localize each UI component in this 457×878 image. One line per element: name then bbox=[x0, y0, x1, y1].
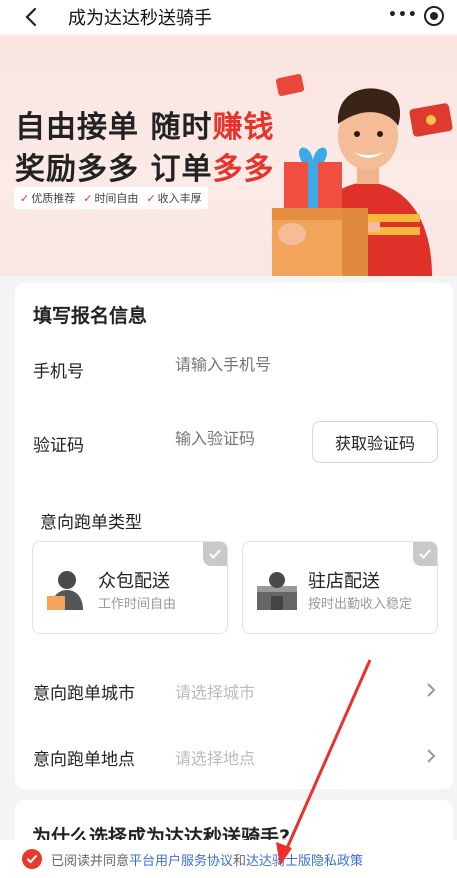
feature-tag: ✓ 收入丰厚 bbox=[146, 190, 201, 206]
store-courier-icon bbox=[257, 572, 297, 610]
phone-label: 手机号 bbox=[33, 362, 84, 382]
code-label: 验证码 bbox=[33, 436, 84, 456]
phone-input[interactable] bbox=[175, 357, 415, 375]
option-subtitle: 工作时间自由 bbox=[98, 597, 177, 612]
agreement-conjunction: 和 bbox=[233, 853, 247, 869]
privacy-policy-link[interactable]: 达达骑士版隐私政策 bbox=[246, 854, 363, 869]
banner-headline-1-highlight: 赚钱 bbox=[212, 110, 275, 145]
courier-illustration bbox=[272, 88, 432, 276]
feature-tag-label: 收入丰厚 bbox=[157, 192, 202, 205]
agreement-text: 已阅读并同意平台用户服务协议和达达骑士版隐私政策 bbox=[51, 850, 363, 869]
signup-form-card: 填写报名信息 手机号 验证码 获取验证码 意向跑单类型 众包配送 工作时间自由 … bbox=[15, 283, 453, 789]
agreement-bar: 已阅读并同意平台用户服务协议和达达骑士版隐私政策 bbox=[0, 840, 457, 878]
feature-tag: ✓ 时间自由 bbox=[83, 190, 138, 206]
option-title: 驻店配送 bbox=[308, 571, 380, 592]
option-crowdsource-delivery[interactable]: 众包配送 工作时间自由 bbox=[32, 541, 228, 634]
check-icon bbox=[413, 542, 437, 566]
chevron-right-icon bbox=[427, 749, 436, 763]
user-agreement-link[interactable]: 平台用户服务协议 bbox=[129, 854, 233, 869]
close-mini-program-icon[interactable] bbox=[423, 5, 445, 27]
check-icon bbox=[26, 854, 38, 864]
check-icon: ✓ bbox=[146, 191, 156, 205]
check-icon bbox=[203, 542, 227, 566]
banner-headline-2-text: 奖励多多 订单 bbox=[15, 152, 213, 187]
promo-banner: 自由接单 随时赚钱 奖励多多 订单多多 ✓ 优质推荐 ✓ 时间自由 ✓ 收入丰厚 bbox=[0, 36, 457, 276]
verification-code-input[interactable] bbox=[175, 431, 305, 449]
option-in-store-delivery[interactable]: 驻店配送 按时出勤收入稳定 bbox=[242, 541, 438, 634]
banner-headline-2: 奖励多多 订单多多 bbox=[15, 144, 274, 188]
banner-headline-2-highlight: 多多 bbox=[212, 152, 275, 187]
city-label: 意向跑单城市 bbox=[33, 684, 135, 704]
back-button[interactable] bbox=[14, 2, 48, 32]
nav-bar: 成为达达秒送骑手 ••• bbox=[0, 0, 457, 34]
feature-tag: ✓ 优质推荐 bbox=[20, 190, 75, 206]
feature-tag-label: 时间自由 bbox=[94, 192, 139, 205]
type-title: 意向跑单类型 bbox=[40, 513, 142, 533]
get-code-button[interactable]: 获取验证码 bbox=[312, 421, 438, 463]
option-subtitle: 按时出勤收入稳定 bbox=[308, 597, 413, 612]
chevron-right-icon bbox=[427, 683, 436, 697]
agreement-prefix: 已阅读并同意 bbox=[51, 853, 130, 869]
courier-avatar-icon bbox=[47, 571, 83, 610]
section-title: 填写报名信息 bbox=[33, 305, 148, 327]
city-select-placeholder[interactable]: 请选择城市 bbox=[175, 679, 255, 703]
page-title: 成为达达秒送骑手 bbox=[68, 8, 212, 29]
agreement-checkbox[interactable] bbox=[22, 849, 42, 869]
banner-headline-1-text: 自由接单 随时 bbox=[15, 110, 213, 145]
check-icon: ✓ bbox=[83, 191, 93, 205]
check-icon: ✓ bbox=[20, 191, 30, 205]
location-select-placeholder[interactable]: 请选择地点 bbox=[175, 745, 255, 769]
feature-tags: ✓ 优质推荐 ✓ 时间自由 ✓ 收入丰厚 bbox=[14, 187, 208, 209]
location-label: 意向跑单地点 bbox=[33, 750, 135, 770]
banner-headline-1: 自由接单 随时赚钱 bbox=[15, 102, 274, 146]
feature-tag-label: 优质推荐 bbox=[31, 192, 76, 205]
chevron-left-icon bbox=[25, 7, 37, 27]
option-title: 众包配送 bbox=[98, 571, 170, 592]
more-button[interactable]: ••• bbox=[388, 7, 418, 23]
